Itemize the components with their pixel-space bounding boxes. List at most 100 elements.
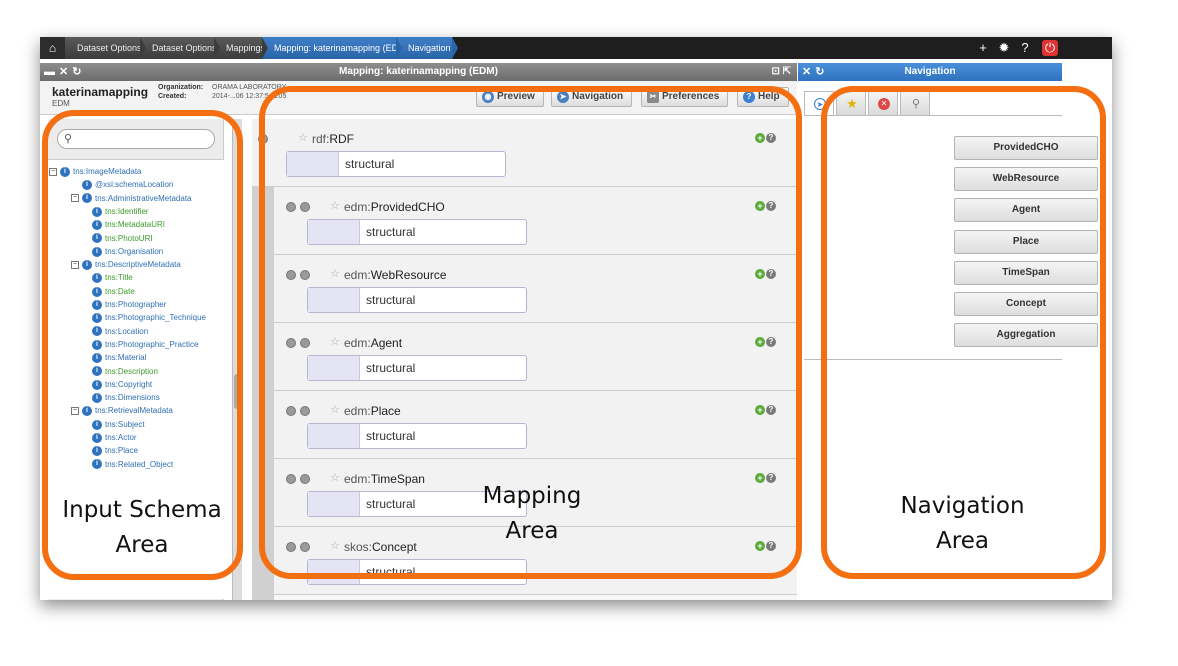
home-icon[interactable]: ⌂: [40, 37, 65, 59]
remove-icon[interactable]: [286, 474, 296, 484]
schema-tree-node[interactable]: i tns:MetadataURI: [92, 218, 165, 231]
breadcrumb-mappings[interactable]: Mappings: [214, 37, 268, 59]
schema-tree-node[interactable]: i tns:Date: [92, 285, 135, 298]
navigation-item-aggregation[interactable]: Aggregation: [954, 323, 1098, 348]
power-icon[interactable]: ⏻: [1042, 40, 1058, 56]
mapping-target-field[interactable]: structural: [307, 287, 527, 313]
tab-search[interactable]: ⚲: [900, 91, 930, 115]
schema-tree-node[interactable]: − i tns:RetrievalMetadata: [71, 404, 173, 417]
tab-errors[interactable]: ✕: [868, 91, 898, 115]
info-icon[interactable]: i: [92, 379, 102, 390]
duplicate-icon[interactable]: [300, 542, 310, 552]
info-icon[interactable]: i: [92, 286, 102, 297]
duplicate-icon[interactable]: [300, 406, 310, 416]
add-icon[interactable]: +: [755, 473, 765, 483]
bookmark-star-icon[interactable]: ☆: [330, 199, 340, 212]
breadcrumb-dataset-options-2[interactable]: Dataset Options: [140, 37, 220, 59]
mapping-drop-zone[interactable]: [308, 492, 360, 516]
info-icon[interactable]: i: [92, 432, 102, 443]
navigation-item-place[interactable]: Place: [954, 229, 1098, 254]
schema-search-input[interactable]: ⚲: [57, 129, 215, 149]
schema-tree-node[interactable]: i tns:Material: [92, 351, 146, 364]
schema-tree-node[interactable]: i tns:Actor: [92, 431, 137, 444]
add-icon[interactable]: +: [755, 337, 765, 347]
add-icon[interactable]: +: [755, 133, 765, 143]
remove-icon[interactable]: [258, 134, 268, 144]
schema-tree-node[interactable]: i tns:Subject: [92, 418, 145, 431]
schema-tree-node[interactable]: i tns:Place: [92, 444, 138, 457]
preferences-button[interactable]: ✂ Preferences: [641, 87, 729, 107]
add-icon[interactable]: +: [755, 201, 765, 211]
collapse-toggle-icon[interactable]: −: [71, 260, 79, 269]
mapping-drop-zone[interactable]: [308, 356, 360, 380]
bookmark-star-icon[interactable]: ☆: [330, 471, 340, 484]
navigation-button[interactable]: ➤ Navigation: [551, 87, 633, 107]
navigation-item-providedcho[interactable]: ProvidedCHO: [954, 136, 1098, 160]
minimize-icon[interactable]: ▬: [44, 66, 55, 78]
info-icon[interactable]: i: [92, 419, 102, 430]
schema-tree-node[interactable]: − i tns:DescriptiveMetadata: [71, 258, 181, 271]
duplicate-icon[interactable]: [300, 202, 310, 212]
plus-icon[interactable]: +: [975, 40, 991, 56]
mapping-target-field[interactable]: structural: [307, 559, 527, 585]
mapping-drop-zone[interactable]: [308, 220, 360, 244]
bookmark-star-icon[interactable]: ☆: [330, 539, 340, 552]
navigation-item-webresource[interactable]: WebResource: [954, 167, 1098, 192]
info-icon[interactable]: i: [92, 353, 102, 364]
info-icon[interactable]: i: [92, 326, 102, 337]
navigation-item-agent[interactable]: Agent: [954, 198, 1098, 223]
info-icon[interactable]: i: [92, 339, 102, 350]
help-icon[interactable]: ?: [766, 473, 776, 483]
mapping-drop-zone[interactable]: [308, 424, 360, 448]
schema-tree-node[interactable]: i tns:Title: [92, 271, 133, 284]
close-icon[interactable]: ✕: [59, 66, 68, 78]
info-icon[interactable]: i: [92, 233, 102, 244]
gear-icon[interactable]: ✹: [996, 40, 1012, 56]
help-icon[interactable]: ?: [766, 269, 776, 279]
info-icon[interactable]: i: [92, 392, 102, 403]
add-icon[interactable]: +: [755, 541, 765, 551]
info-icon[interactable]: i: [92, 206, 102, 217]
remove-icon[interactable]: [286, 202, 296, 212]
help-icon[interactable]: ?: [766, 405, 776, 415]
bookmark-star-icon[interactable]: ☆: [298, 131, 308, 144]
navigation-item-concept[interactable]: Concept: [954, 292, 1098, 316]
close-icon[interactable]: ✕: [802, 66, 811, 78]
info-icon[interactable]: i: [92, 313, 102, 324]
bookmark-star-icon[interactable]: ☆: [330, 267, 340, 280]
info-icon[interactable]: i: [92, 299, 102, 310]
info-icon[interactable]: i: [92, 220, 102, 231]
help-icon[interactable]: ?: [766, 201, 776, 211]
schema-tree-node[interactable]: i tns:Copyright: [92, 378, 152, 391]
help-button[interactable]: ? Help: [737, 87, 789, 107]
refresh-icon[interactable]: ↻: [815, 66, 824, 78]
duplicate-icon[interactable]: [300, 338, 310, 348]
help-icon[interactable]: ?: [766, 337, 776, 347]
duplicate-icon[interactable]: [300, 270, 310, 280]
remove-icon[interactable]: [286, 542, 296, 552]
bookmark-star-icon[interactable]: ☆: [330, 403, 340, 416]
collapse-toggle-icon[interactable]: −: [49, 167, 57, 176]
info-icon[interactable]: i: [82, 180, 92, 191]
schema-tree-node[interactable]: i tns:Photographic_Technique: [92, 311, 206, 324]
schema-tree-node[interactable]: i tns:Photographic_Practice: [92, 338, 198, 351]
duplicate-icon[interactable]: [300, 474, 310, 484]
help-icon[interactable]: ?: [1017, 40, 1033, 56]
tab-navigation[interactable]: ➤: [804, 91, 834, 115]
schema-tree-node[interactable]: i tns:Description: [92, 365, 158, 378]
remove-icon[interactable]: [286, 406, 296, 416]
collapse-toggle-icon[interactable]: −: [71, 407, 79, 416]
schema-tree-node[interactable]: i tns:PhotoURI: [92, 232, 153, 245]
add-icon[interactable]: +: [755, 405, 765, 415]
collapse-toggle-icon[interactable]: −: [71, 194, 79, 203]
schema-tree-node[interactable]: − i tns:AdministrativeMetadata: [71, 192, 192, 205]
schema-scrollbar[interactable]: [232, 119, 242, 600]
mapping-target-field[interactable]: structural: [307, 423, 527, 449]
info-icon[interactable]: i: [60, 166, 70, 177]
scrollbar-thumb[interactable]: [234, 374, 241, 409]
help-icon[interactable]: ?: [766, 541, 776, 551]
schema-tree-node[interactable]: i tns:Related_Object: [92, 458, 173, 471]
mapping-drop-zone[interactable]: [308, 288, 360, 312]
breadcrumb-dataset-options-1[interactable]: Dataset Options: [65, 37, 146, 59]
mapping-target-field[interactable]: structural: [307, 355, 527, 381]
